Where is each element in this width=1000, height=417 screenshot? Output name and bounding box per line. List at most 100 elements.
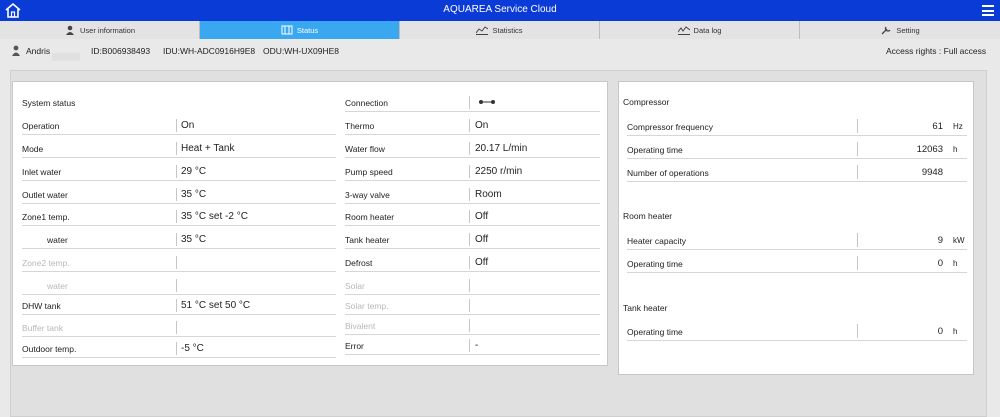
system-status-row: water 35 °C <box>22 229 336 249</box>
row-value: 35 °C <box>181 189 207 200</box>
data-log-icon <box>677 26 690 35</box>
row-label: Bivalent <box>345 321 376 331</box>
row-divider <box>857 324 858 338</box>
user-icon <box>65 25 74 35</box>
row-label: Solar <box>345 281 365 291</box>
row-unit: h <box>953 145 958 154</box>
row-value: Off <box>475 257 489 268</box>
tab-setting[interactable]: Setting <box>800 21 1000 39</box>
row-label: Outlet water <box>22 190 68 200</box>
row-label: Mode <box>22 144 44 154</box>
row-divider <box>469 279 470 292</box>
row-value: Heat + Tank <box>181 143 235 154</box>
row-divider <box>176 279 177 292</box>
row-label: Operating time <box>627 259 683 269</box>
row-label: Tank heater <box>345 235 390 245</box>
system-status-row: Outdoor temp. -5 °C <box>22 338 336 358</box>
row-divider <box>176 342 177 355</box>
statistics-icon <box>476 26 489 35</box>
app-title: AQUAREA Service Cloud <box>443 4 557 15</box>
system-status-row: Outlet water 35 °C <box>22 184 336 204</box>
hamburger-menu-icon[interactable] <box>982 5 994 16</box>
status-icon <box>281 25 293 35</box>
row-unit: h <box>953 259 958 268</box>
tab-label: Data log <box>693 25 722 35</box>
tab-statistics[interactable]: Statistics <box>400 21 600 39</box>
row-unit: Hz <box>953 122 963 131</box>
row-value: 0 <box>937 258 943 269</box>
row-value: On <box>475 120 489 131</box>
system-status-row: Buffer tank <box>22 317 336 337</box>
device-status-row: Pump speed 2250 r/min <box>345 161 600 181</box>
row-divider <box>176 210 177 223</box>
device-status-row: Water flow 20.17 L/min <box>345 138 600 158</box>
row-divider <box>857 233 858 247</box>
row-divider <box>469 319 470 332</box>
row-divider <box>469 188 470 201</box>
room-heater-header: Room heater <box>623 211 673 221</box>
outdoor-unit-id: ODU:WH-UX09HE8 <box>263 46 340 56</box>
row-label: Operating time <box>627 145 683 155</box>
row-unit: h <box>953 327 958 336</box>
compressor-header: Compressor <box>623 97 670 107</box>
system-status-row: water <box>22 275 336 295</box>
device-id: ID:B006938493 <box>91 46 151 56</box>
indoor-unit-id: IDU:WH-ADC0916H9E8 <box>163 46 256 56</box>
row-label: Error <box>345 341 364 351</box>
row-divider <box>469 339 470 352</box>
row-divider <box>857 119 858 133</box>
row-label: water <box>47 281 68 291</box>
row-divider <box>176 299 177 312</box>
device-status-row: Thermo On <box>345 115 600 135</box>
tab-status[interactable]: Status <box>200 21 400 39</box>
compressor-row: Compressor frequency 61 Hz <box>627 116 967 136</box>
row-label: Zone1 temp. <box>22 212 70 222</box>
compressor-row: Number of operations 9948 <box>627 162 967 182</box>
row-unit: kW <box>953 236 965 245</box>
row-label: Thermo <box>345 121 375 131</box>
row-label: Water flow <box>345 144 385 154</box>
row-divider <box>469 165 470 178</box>
row-divider <box>857 256 858 270</box>
row-divider <box>469 299 470 312</box>
row-label: Solar temp. <box>345 301 389 311</box>
row-label: Operation <box>22 121 60 131</box>
device-status-row: Room heater Off <box>345 206 600 226</box>
row-divider <box>469 142 470 155</box>
tab-label: Statistics <box>492 25 523 35</box>
tab-data-log[interactable]: Data log <box>600 21 800 39</box>
row-value: 2250 r/min <box>475 166 523 177</box>
system-status-row: Mode Heat + Tank <box>22 138 336 158</box>
row-value: 61 <box>932 121 943 132</box>
system-status-row: Operation On <box>22 115 336 135</box>
row-divider <box>469 256 470 269</box>
user-icon <box>12 45 20 56</box>
row-divider <box>857 165 858 179</box>
row-value: Off <box>475 211 489 222</box>
row-value: 51 °C set 50 °C <box>181 300 251 311</box>
tab-label: User information <box>79 25 136 35</box>
row-label: Pump speed <box>345 167 393 177</box>
tab-user-information[interactable]: User information <box>0 21 200 39</box>
row-label: water <box>47 235 68 245</box>
device-status-row: Tank heater Off <box>345 229 600 249</box>
device-status-row: Connection <box>345 92 600 112</box>
device-status-row: Defrost Off <box>345 252 600 272</box>
compressor-row: Operating time 12063 h <box>627 139 967 159</box>
tab-bar: User information Status Statistics Data … <box>0 21 1000 39</box>
row-divider <box>176 321 177 334</box>
row-divider <box>469 96 470 109</box>
row-label: Operating time <box>627 327 683 337</box>
row-divider <box>176 188 177 201</box>
system-status-row: Inlet water 29 °C <box>22 161 336 181</box>
row-divider <box>176 233 177 246</box>
row-divider <box>857 142 858 156</box>
device-status-row: Bivalent <box>345 315 600 335</box>
row-label: Compressor frequency <box>627 122 713 132</box>
user-name: Andris <box>26 46 81 61</box>
row-value: 9 <box>937 235 943 246</box>
system-status-row: DHW tank 51 °C set 50 °C <box>22 295 336 315</box>
device-info-bar: Andris ID:B006938493 IDU:WH-ADC0916H9E8 … <box>0 39 1000 63</box>
device-status-row: Error - <box>345 335 600 355</box>
row-label: Inlet water <box>22 167 62 177</box>
